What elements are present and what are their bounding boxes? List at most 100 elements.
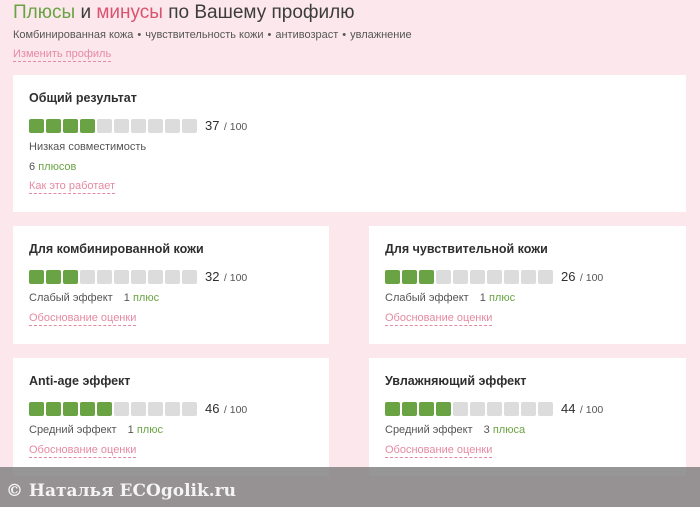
plus-word: плюса	[492, 424, 526, 436]
profile-tag: чувствительность кожи	[145, 29, 264, 41]
bar-segment-empty	[470, 402, 485, 416]
bar-segment-empty	[521, 270, 536, 284]
bar-segment-filled	[436, 402, 451, 416]
score-bar	[385, 270, 553, 284]
card-title: Anti-age эффект	[29, 374, 131, 388]
bar-segment-filled	[29, 119, 44, 133]
plus-count: 6 плюсов	[29, 161, 76, 173]
tag-separator: •	[342, 29, 347, 41]
score-bar	[29, 402, 197, 416]
effect-level: Слабый эффект	[29, 292, 113, 304]
score-max: / 100	[223, 272, 248, 284]
bar-segment-empty	[97, 119, 112, 133]
bar-segment-empty	[165, 270, 180, 284]
score-max: / 100	[579, 404, 604, 416]
bar-segment-filled	[63, 402, 78, 416]
bar-segment-filled	[385, 402, 400, 416]
plus-number: 1	[127, 424, 134, 436]
effect-text: Средний эффект 1 плюс	[29, 424, 163, 436]
plus-number: 1	[479, 292, 486, 304]
watermark-text: © Наталья ECOgolik.ru	[6, 481, 236, 501]
effect-level: Слабый эффект	[385, 292, 469, 304]
score-value: 44 / 100	[561, 402, 603, 417]
bar-segment-empty	[131, 270, 146, 284]
plus-word: плюс	[132, 292, 160, 304]
bar-segment-filled	[80, 119, 95, 133]
overall-result-card: Общий результат 37 / 100 Низкая совмести…	[13, 75, 686, 212]
score-value: 26 / 100	[561, 270, 603, 285]
bar-segment-filled	[29, 270, 44, 284]
compatibility-text: Низкая совместимость	[29, 141, 147, 153]
rating-reason-link[interactable]: Обоснование оценки	[385, 312, 493, 326]
bar-segment-filled	[46, 270, 61, 284]
bar-segment-empty	[114, 402, 129, 416]
title-minus-word: минусы	[96, 2, 163, 23]
score-bar	[29, 119, 197, 133]
bar-segment-filled	[46, 119, 61, 133]
profile-tags: Комбинированная кожа • чувствительность ко…	[13, 29, 412, 41]
score-value: 46 / 100	[205, 402, 247, 417]
rating-reason-link[interactable]: Обоснование оценки	[29, 444, 137, 458]
page-title: Плюсы и минусы по Вашему профилю	[13, 2, 355, 24]
plus-word: плюс	[136, 424, 163, 436]
rating-reason-link[interactable]: Обоснование оценки	[29, 312, 137, 326]
bar-segment-empty	[114, 119, 129, 133]
score-max: / 100	[579, 272, 604, 284]
bar-segment-filled	[80, 402, 95, 416]
bar-segment-empty	[148, 402, 163, 416]
bar-segment-empty	[470, 270, 485, 284]
sensitive-skin-card: Для чувствительной кожи 26 / 100 Слабый …	[369, 226, 686, 344]
bar-segment-empty	[182, 270, 197, 284]
score-number: 46	[205, 401, 220, 416]
plus-word: плюс	[488, 292, 516, 304]
bar-segment-empty	[453, 270, 468, 284]
bar-segment-empty	[521, 402, 536, 416]
bar-segment-empty	[148, 270, 163, 284]
bar-segment-filled	[63, 119, 78, 133]
bar-segment-empty	[182, 402, 197, 416]
bar-segment-empty	[165, 402, 180, 416]
effect-text: Слабый эффект 1 плюс	[385, 292, 515, 304]
bar-segment-filled	[97, 402, 112, 416]
title-and-word: и	[80, 2, 92, 23]
bar-segment-empty	[538, 402, 553, 416]
bar-segment-empty	[165, 119, 180, 133]
profile-tag: увлажнение	[350, 29, 412, 41]
effect-level: Средний эффект	[29, 424, 117, 436]
anti-age-card: Anti-age эффект 46 / 100 Средний эффект …	[13, 358, 329, 476]
how-it-works-link[interactable]: Как это работает	[29, 180, 116, 194]
effect-text: Слабый эффект 1 плюс	[29, 292, 159, 304]
bar-segment-empty	[114, 270, 129, 284]
plus-number: 1	[123, 292, 130, 304]
bar-segment-empty	[453, 402, 468, 416]
plus-number: 6	[29, 161, 36, 173]
card-title: Для чувствительной кожи	[385, 242, 548, 256]
score-number: 32	[205, 269, 220, 284]
score-number: 26	[561, 269, 576, 284]
plus-number: 3	[483, 424, 490, 436]
rating-reason-link[interactable]: Обоснование оценки	[385, 444, 493, 458]
profile-tag: антивозраст	[275, 29, 339, 41]
bar-segment-empty	[131, 402, 146, 416]
title-plus-word: Плюсы	[13, 2, 76, 23]
bar-segment-filled	[402, 402, 417, 416]
tag-separator: •	[137, 29, 142, 41]
effect-level: Средний эффект	[385, 424, 473, 436]
score-max: / 100	[223, 404, 248, 416]
bar-segment-filled	[63, 270, 78, 284]
bar-segment-empty	[148, 119, 163, 133]
bar-segment-filled	[419, 270, 434, 284]
card-title: Увлажняющий эффект	[385, 374, 527, 388]
score-value: 37 / 100	[205, 119, 247, 134]
bar-segment-filled	[46, 402, 61, 416]
bar-segment-empty	[504, 270, 519, 284]
combined-skin-card: Для комбинированной кожи 32 / 100 Слабый…	[13, 226, 329, 344]
effect-text: Средний эффект 3 плюса	[385, 424, 525, 436]
bar-segment-empty	[487, 402, 502, 416]
bar-segment-empty	[97, 270, 112, 284]
change-profile-link[interactable]: Изменить профиль	[13, 48, 112, 62]
score-bar	[385, 402, 553, 416]
bar-segment-filled	[402, 270, 417, 284]
card-title: Для комбинированной кожи	[29, 242, 204, 256]
bar-segment-empty	[182, 119, 197, 133]
